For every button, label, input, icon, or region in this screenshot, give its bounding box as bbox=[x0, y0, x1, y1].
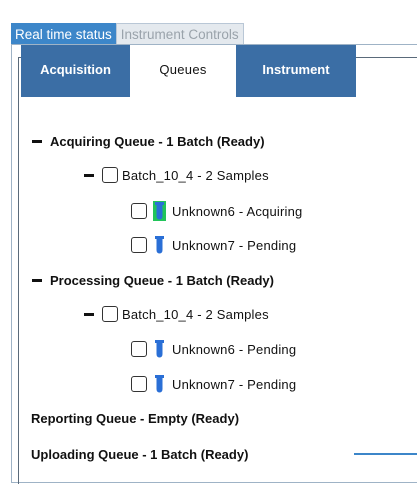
subtab-instrument[interactable]: Instrument bbox=[236, 45, 356, 97]
outer-tab-strip: Real time status Instrument Controls bbox=[11, 22, 244, 46]
reporting-queue-label: Reporting Queue - Empty (Ready) bbox=[31, 410, 240, 426]
sample-checkbox[interactable] bbox=[131, 237, 147, 253]
collapse-icon[interactable] bbox=[32, 139, 42, 143]
processing-sample-row[interactable]: Unknown6 - Pending bbox=[131, 337, 296, 361]
uploading-queue-label: Uploading Queue - 1 Batch (Ready) bbox=[31, 446, 249, 462]
acquiring-sample-row[interactable]: Unknown6 - Acquiring bbox=[131, 199, 302, 223]
acquiring-sample-row[interactable]: Unknown7 - Pending bbox=[131, 233, 296, 257]
acquiring-queue-node[interactable]: Acquiring Queue - 1 Batch (Ready) bbox=[32, 129, 265, 153]
subtab-acquisition[interactable]: Acquisition bbox=[21, 45, 130, 97]
tab-real-time-status[interactable]: Real time status bbox=[11, 23, 116, 45]
processing-batch-label: Batch_10_4 - 2 Samples bbox=[122, 306, 269, 322]
batch-checkbox[interactable] bbox=[102, 167, 118, 183]
sample-label: Unknown7 - Pending bbox=[172, 237, 297, 253]
vial-pending-icon bbox=[155, 375, 164, 393]
sample-label: Unknown6 - Pending bbox=[172, 341, 297, 357]
sub-tab-strip: Acquisition Queues Instrument bbox=[21, 45, 356, 97]
sample-label: Unknown6 - Acquiring bbox=[172, 203, 303, 219]
sample-checkbox[interactable] bbox=[131, 376, 147, 392]
processing-queue-node[interactable]: Processing Queue - 1 Batch (Ready) bbox=[32, 268, 274, 292]
sample-label: Unknown7 - Pending bbox=[172, 376, 297, 392]
batch-checkbox[interactable] bbox=[102, 306, 118, 322]
subtab-queues[interactable]: Queues bbox=[130, 45, 236, 97]
acquiring-queue-label: Acquiring Queue - 1 Batch (Ready) bbox=[50, 133, 265, 149]
sample-checkbox[interactable] bbox=[131, 341, 147, 357]
collapse-icon[interactable] bbox=[84, 312, 94, 316]
processing-sample-row[interactable]: Unknown7 - Pending bbox=[131, 372, 296, 396]
collapse-icon[interactable] bbox=[84, 173, 94, 177]
vial-acquiring-icon bbox=[153, 201, 166, 221]
processing-batch-node[interactable]: Batch_10_4 - 2 Samples bbox=[84, 302, 269, 326]
tab-instrument-controls[interactable]: Instrument Controls bbox=[115, 23, 244, 45]
processing-queue-label: Processing Queue - 1 Batch (Ready) bbox=[50, 272, 274, 288]
collapse-icon[interactable] bbox=[32, 278, 42, 282]
reporting-queue-node[interactable]: Reporting Queue - Empty (Ready) bbox=[31, 406, 239, 430]
acquiring-batch-label: Batch_10_4 - 2 Samples bbox=[122, 167, 269, 183]
acquiring-batch-node[interactable]: Batch_10_4 - 2 Samples bbox=[84, 163, 269, 187]
vial-pending-icon bbox=[155, 340, 164, 358]
callout-line bbox=[354, 453, 417, 455]
vial-pending-icon bbox=[155, 236, 164, 254]
uploading-queue-node[interactable]: Uploading Queue - 1 Batch (Ready) bbox=[31, 442, 248, 466]
sample-checkbox[interactable] bbox=[131, 203, 147, 219]
